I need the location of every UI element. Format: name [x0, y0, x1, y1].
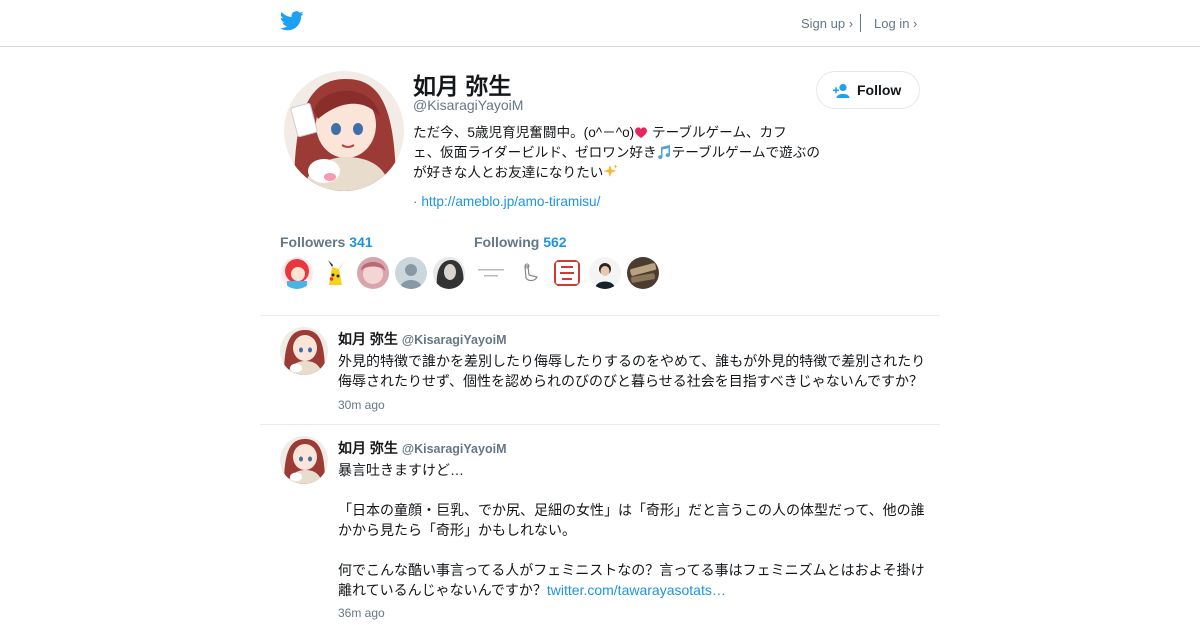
- bio-line: ェ、仮面ライダービルド、ゼロワン好き テーブルゲームで遊ぶの: [413, 145, 820, 160]
- bio-line: が好きな人とお友達になりたい: [413, 163, 843, 183]
- profile-name: 如月 弥生: [413, 73, 512, 99]
- nav-divider: [860, 14, 861, 32]
- tweet-avatar[interactable]: [280, 327, 328, 375]
- tweet-author-name[interactable]: 如月 弥生 @KisaragiYayoiM: [338, 438, 506, 458]
- tweet-avatar[interactable]: [280, 436, 328, 484]
- following-stat[interactable]: Following 562: [474, 234, 567, 250]
- followers-count: 341: [349, 234, 373, 250]
- sparkles-emoji-icon: [603, 164, 619, 177]
- profile-avatar[interactable]: [284, 71, 404, 191]
- tweet-author-handle: @KisaragiYayoiM: [401, 442, 507, 456]
- tweet-author-name[interactable]: 如月 弥生 @KisaragiYayoiM: [338, 329, 506, 349]
- following-avatar[interactable]: [475, 257, 507, 289]
- follow-button[interactable]: Follow: [816, 71, 920, 109]
- tweet[interactable]: 如月 弥生 @KisaragiYayoiM 暴言吐きますけど… 「日本の童顔・巨乳…: [260, 424, 940, 631]
- tweet-author-handle: @KisaragiYayoiM: [401, 333, 507, 347]
- follower-avatar[interactable]: [357, 257, 389, 289]
- follower-avatar[interactable]: [281, 257, 313, 289]
- profile-url-link[interactable]: http://ameblo.jp/amo-tiramisu/: [421, 194, 600, 209]
- tweet[interactable]: 如月 弥生 @KisaragiYayoiM 外見的特徴で誰かを差別したり侮辱したり…: [260, 315, 940, 424]
- login-link[interactable]: Log in ›: [874, 16, 917, 31]
- following-avatar[interactable]: [551, 257, 583, 289]
- follow-label: Follow: [857, 82, 902, 98]
- tweet-text: 暴言吐きますけど… 「日本の童顔・巨乳、でか尻、足細の女性」は「奇形」だと言うこ…: [338, 462, 925, 598]
- bio-line: ただ今、5歳児育児奮闘中。(o^－^o) テーブルゲーム、カフ: [413, 125, 787, 140]
- twitter-bird-icon[interactable]: [280, 11, 304, 31]
- following-avatar[interactable]: [627, 257, 659, 289]
- tweet-timestamp[interactable]: 30m ago: [338, 398, 385, 412]
- heart-emoji-icon: [635, 127, 648, 138]
- profile-handle: @KisaragiYayoiM: [413, 97, 524, 113]
- top-bar: Sign up › Log in ›: [0, 0, 1200, 47]
- tweet-timestamp[interactable]: 36m ago: [338, 606, 385, 620]
- follower-avatar[interactable]: [433, 257, 465, 289]
- tweet-text: 外見的特徴で誰かを差別したり侮辱したりするのをやめて、誰もが外見的特徴で差別され…: [338, 353, 926, 389]
- followers-stat[interactable]: Followers 341: [280, 234, 373, 250]
- follower-avatar-default[interactable]: [395, 257, 427, 289]
- signup-link[interactable]: Sign up ›: [801, 16, 853, 31]
- profile-bio: ただ今、5歳児育児奮闘中。(o^－^o) テーブルゲーム、カフ ェ、仮面ライダー…: [413, 123, 843, 183]
- profile-url-row: · http://ameblo.jp/amo-tiramisu/: [413, 194, 601, 209]
- following-avatar[interactable]: [589, 257, 621, 289]
- following-avatar[interactable]: [513, 257, 545, 289]
- add-user-icon: [833, 83, 850, 98]
- follower-avatar[interactable]: [319, 257, 351, 289]
- music-note-emoji-icon: [657, 145, 670, 159]
- tweet-link[interactable]: twitter.com/tawarayasotats…: [547, 582, 726, 598]
- following-count: 562: [543, 234, 567, 250]
